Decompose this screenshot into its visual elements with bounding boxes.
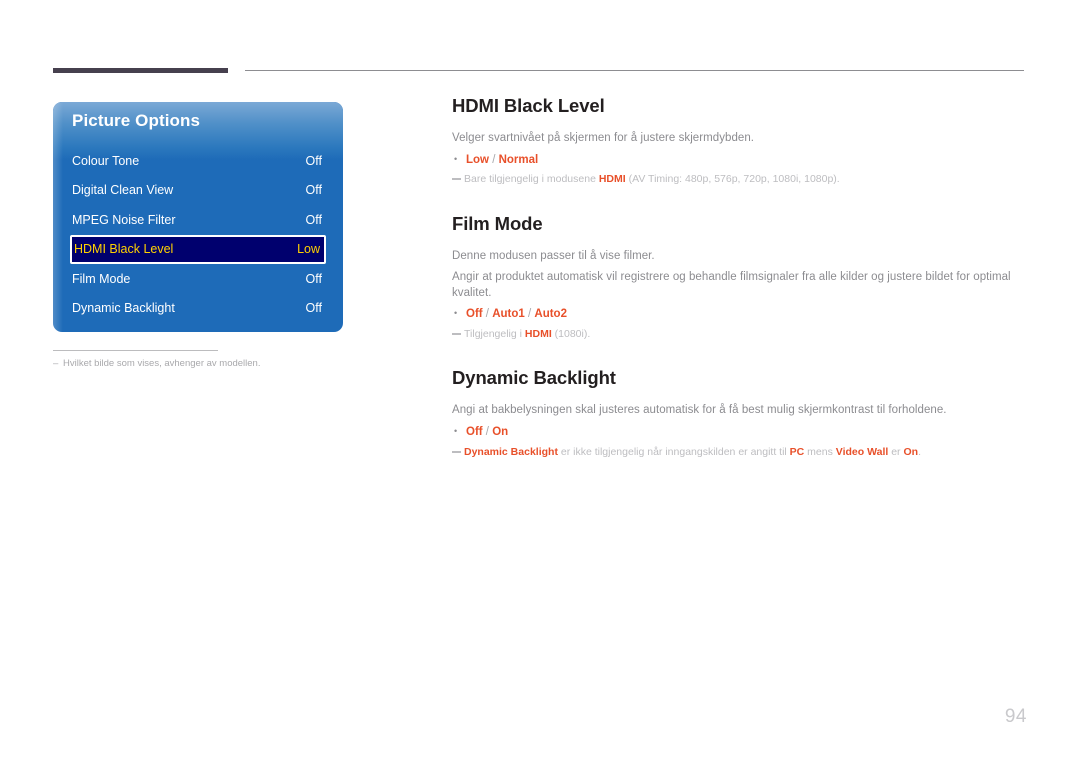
figure-note-dash: – bbox=[53, 358, 59, 369]
option-separator: / bbox=[482, 425, 493, 438]
section-note: Tilgjengelig i HDMI (1080i). bbox=[452, 327, 1026, 341]
note-highlight: HDMI bbox=[598, 173, 626, 186]
figure-note-rule bbox=[53, 350, 218, 351]
osd-item-label: Film Mode bbox=[72, 271, 131, 286]
option-value: Off bbox=[466, 425, 483, 438]
section-paragraph-1: Denne modusen passer til å vise filmer. bbox=[452, 249, 655, 262]
osd-item-mpeg-noise-filter[interactable]: MPEG Noise Filter Off bbox=[53, 205, 343, 235]
osd-item-film-mode[interactable]: Film Mode Off bbox=[53, 264, 343, 294]
note-highlight: HDMI bbox=[524, 327, 552, 340]
page-number: 94 bbox=[1004, 706, 1027, 727]
section-heading: Film Mode bbox=[452, 212, 543, 234]
section-paragraph-2: Angir at produktet automatisk vil regist… bbox=[452, 271, 1011, 299]
osd-item-value: Off bbox=[305, 183, 322, 198]
osd-item-label: Dynamic Backlight bbox=[72, 301, 175, 316]
section-dynamic-backlight: Dynamic Backlight Angi at bakbelysningen… bbox=[452, 367, 1026, 459]
header-rule-accent bbox=[53, 68, 228, 73]
osd-item-value: Off bbox=[305, 153, 322, 168]
option-value: Auto2 bbox=[534, 308, 567, 321]
section-options: Off / On bbox=[452, 425, 1026, 441]
option-value: Auto1 bbox=[492, 308, 525, 321]
option-value: Off bbox=[466, 308, 483, 321]
osd-item-label: HDMI Black Level bbox=[74, 242, 174, 257]
section-paragraph: Velger svartnivået på skjermen for å jus… bbox=[452, 132, 755, 145]
note-text-post: (1080i). bbox=[551, 327, 591, 340]
osd-item-dynamic-backlight[interactable]: Dynamic Backlight Off bbox=[53, 294, 343, 324]
section-note: Bare tilgjengelig i modusene HDMI (AV Ti… bbox=[452, 172, 1026, 186]
section-paragraph: Angi at bakbelysningen skal justeres aut… bbox=[452, 404, 947, 417]
note-text-pre: Tilgjengelig i bbox=[464, 327, 525, 340]
osd-item-hdmi-black-level[interactable]: HDMI Black Level Low bbox=[70, 234, 326, 264]
osd-panel-title: Picture Options bbox=[72, 111, 201, 130]
osd-picture-options-panel: Picture Options Colour Tone Off Digital … bbox=[53, 102, 343, 332]
note-highlight-3: Video Wall bbox=[835, 445, 889, 458]
option-separator: / bbox=[524, 308, 535, 321]
note-text-1: er ikke tilgjengelig når inngangskilden … bbox=[557, 445, 790, 458]
note-text-post: (AV Timing: 480p, 576p, 720p, 1080i, 108… bbox=[625, 173, 840, 186]
osd-item-value: Low bbox=[297, 242, 320, 257]
osd-item-value: Off bbox=[305, 212, 322, 227]
note-text-3: er bbox=[888, 445, 904, 458]
option-value: On bbox=[492, 425, 509, 438]
note-highlight-1: Dynamic Backlight bbox=[464, 445, 558, 458]
option-separator: / bbox=[489, 153, 499, 166]
section-options: Low / Normal bbox=[452, 153, 1026, 169]
osd-item-label: MPEG Noise Filter bbox=[72, 212, 176, 227]
osd-menu-list: Colour Tone Off Digital Clean View Off M… bbox=[53, 146, 343, 323]
section-options: Off / Auto1 / Auto2 bbox=[452, 307, 1026, 323]
osd-item-colour-tone[interactable]: Colour Tone Off bbox=[53, 146, 343, 176]
note-text-2: mens bbox=[804, 445, 836, 458]
osd-item-value: Off bbox=[305, 271, 322, 286]
note-highlight-2: PC bbox=[789, 445, 805, 458]
note-text-pre: Bare tilgjengelig i modusene bbox=[464, 173, 599, 186]
section-note: Dynamic Backlight er ikke tilgjengelig n… bbox=[452, 445, 1026, 459]
section-film-mode: Film Mode Denne modusen passer til å vis… bbox=[452, 212, 1026, 342]
section-hdmi-black-level: HDMI Black Level Velger svartnivået på s… bbox=[452, 95, 1026, 187]
section-heading: Dynamic Backlight bbox=[452, 367, 616, 389]
option-value: Low bbox=[466, 153, 489, 166]
figure-note: – Hvilket bilde som vises, avhenger av mo… bbox=[53, 358, 260, 369]
note-text-end: . bbox=[918, 445, 921, 458]
figure-note-text: Hvilket bilde som vises, avhenger av mod… bbox=[63, 358, 261, 369]
option-separator: / bbox=[482, 308, 493, 321]
osd-item-value: Off bbox=[305, 301, 322, 316]
osd-item-label: Digital Clean View bbox=[72, 183, 174, 198]
osd-item-digital-clean-view[interactable]: Digital Clean View Off bbox=[53, 176, 343, 206]
option-value: Normal bbox=[498, 153, 539, 166]
section-heading: HDMI Black Level bbox=[452, 95, 605, 116]
note-highlight-4: On bbox=[903, 445, 919, 458]
content-column: HDMI Black Level Velger svartnivået på s… bbox=[452, 95, 1026, 459]
osd-item-label: Colour Tone bbox=[72, 153, 140, 168]
header-rule-thin bbox=[245, 70, 1024, 71]
